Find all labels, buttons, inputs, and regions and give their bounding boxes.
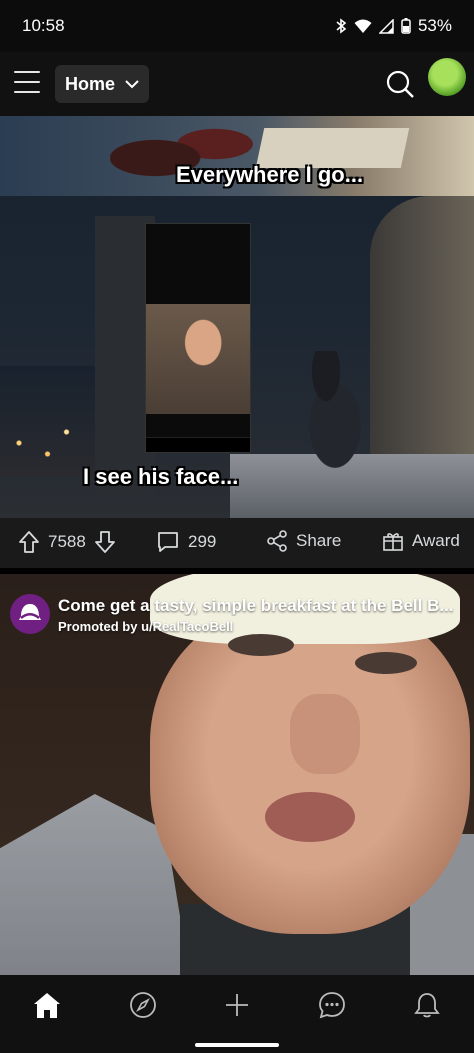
feed-selector[interactable]: Home	[55, 65, 149, 103]
home-indicator[interactable]	[195, 1043, 279, 1047]
nav-chat[interactable]	[316, 989, 348, 1021]
nav-create[interactable]	[221, 989, 253, 1021]
phone-nav-bar	[146, 437, 250, 452]
building-right	[370, 196, 474, 496]
meme-caption-top: Everywhere I go...	[176, 162, 364, 187]
comments-button[interactable]: 299	[156, 530, 216, 554]
meme-panel-top: Everywhere I go...	[0, 116, 474, 196]
status-time: 10:58	[22, 16, 65, 35]
meme-caption-bottom: I see his face...	[83, 464, 239, 489]
phone-face-thumbnail	[146, 304, 250, 414]
avatar[interactable]	[428, 58, 466, 96]
downvote-icon[interactable]	[94, 530, 116, 554]
share-icon	[267, 530, 287, 552]
award-label: Award	[412, 531, 460, 550]
vote-group: 7588	[18, 530, 116, 554]
signal-icon	[378, 18, 394, 34]
phone-screenshot-overlay	[145, 223, 251, 453]
app-bar: Home	[0, 52, 474, 116]
comment-icon	[158, 532, 178, 552]
feed-selector-label: Home	[65, 73, 116, 94]
comment-count: 299	[188, 532, 217, 551]
post-actions: 7588 299 Share Award	[0, 518, 474, 568]
share-button[interactable]: Share	[266, 530, 341, 552]
vote-count: 7588	[48, 532, 86, 551]
create-icon	[226, 994, 248, 1016]
mouth	[265, 792, 355, 842]
menu-button[interactable]	[14, 71, 40, 93]
home-icon	[34, 993, 60, 1018]
nose	[290, 694, 360, 774]
award-icon	[383, 533, 403, 551]
explore-icon	[130, 992, 156, 1018]
taco-bell-logo[interactable]	[10, 594, 50, 634]
battery-icon	[401, 18, 411, 34]
battery-percent: 53%	[417, 16, 452, 35]
share-label: Share	[296, 531, 342, 550]
bluetooth-icon	[336, 18, 347, 34]
city-lights	[0, 366, 95, 476]
promoted-post-title[interactable]: Come get a tasty, simple breakfast at th…	[58, 596, 464, 616]
post-image[interactable]: Everywhere I go... I see his face...	[0, 116, 474, 518]
wifi-icon	[354, 19, 372, 33]
nav-home[interactable]	[31, 989, 63, 1021]
chevron-down-icon	[125, 79, 139, 88]
bell-logo-icon	[19, 604, 41, 620]
menu-icon	[14, 71, 40, 73]
search-icon[interactable]	[385, 69, 415, 99]
upvote-icon[interactable]	[18, 530, 40, 554]
bottom-nav	[0, 975, 474, 1053]
award-button[interactable]: Award	[382, 530, 460, 552]
chat-icon	[319, 992, 345, 1019]
status-icons: 53%	[335, 16, 452, 36]
nav-explore[interactable]	[127, 989, 159, 1021]
crouching-figure	[290, 351, 380, 486]
nav-notifications[interactable]	[411, 989, 443, 1021]
status-bar: 10:58 53%	[0, 0, 474, 52]
notifications-icon	[414, 993, 440, 1018]
promoted-post-header[interactable]: Come get a tasty, simple breakfast at th…	[8, 594, 470, 638]
promoted-by-label[interactable]: Promoted by u/RealTacoBell	[58, 619, 233, 634]
eye-right	[355, 652, 417, 674]
promoted-post-video[interactable]: Come get a tasty, simple breakfast at th…	[0, 574, 474, 975]
